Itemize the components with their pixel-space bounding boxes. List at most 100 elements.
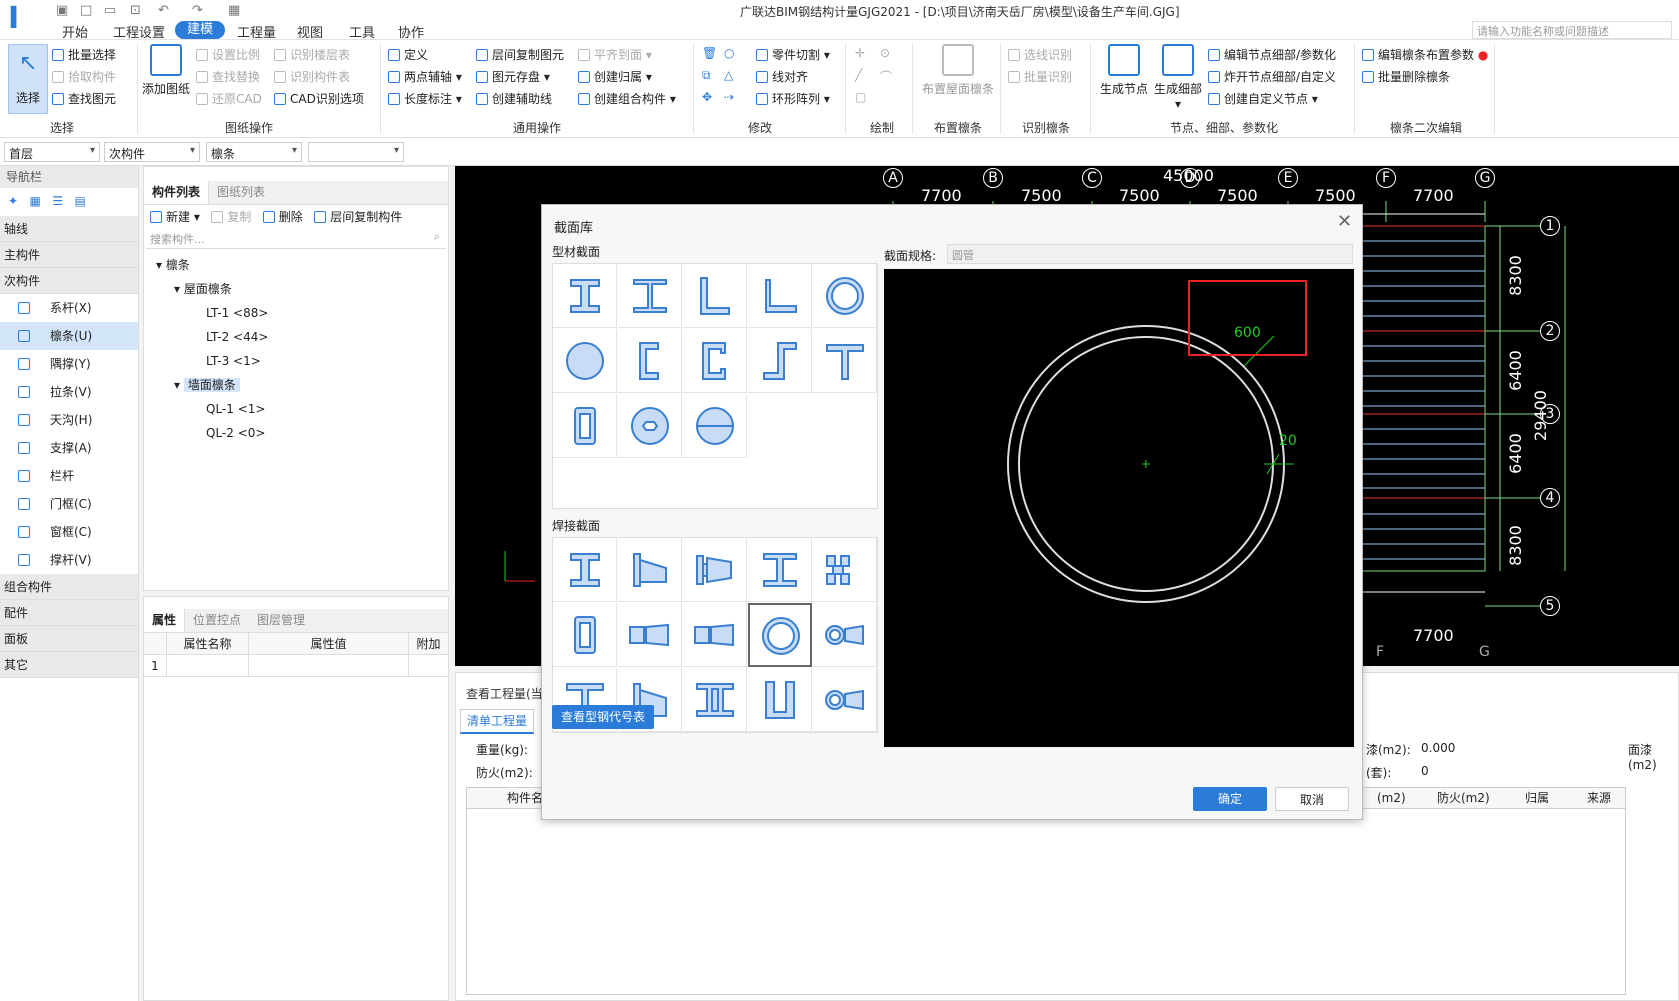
copy-icon[interactable]: ⧉ — [702, 68, 711, 83]
section-round-bar[interactable] — [553, 329, 617, 393]
tab-drawing-list[interactable]: 图纸列表 — [209, 181, 273, 204]
table-row[interactable]: 1 — [144, 655, 448, 677]
save-icon[interactable]: ▣ — [56, 3, 68, 18]
nav-pin-icon[interactable]: ✦ — [8, 194, 18, 208]
line-recognize-button[interactable]: 选线识别 — [1008, 46, 1072, 63]
generate-node-button[interactable]: 生成节点 — [1098, 44, 1150, 97]
redo-icon[interactable]: ↷ — [192, 3, 203, 18]
ok-button[interactable]: 确定 — [1193, 787, 1267, 811]
ring-array-button[interactable]: 环形阵列 ▾ — [756, 90, 830, 107]
nav-cat-assembly[interactable]: 组合构件 — [0, 574, 138, 600]
set-scale-button[interactable]: 设置比例 — [196, 46, 260, 63]
nav-item-knee-brace[interactable]: 隅撑(Y) — [0, 350, 138, 378]
mirror-icon[interactable]: △ — [724, 68, 733, 82]
batch-select-button[interactable]: 批量选择 — [52, 46, 116, 63]
nav-item-window-frame[interactable]: 窗框(C) — [0, 518, 138, 546]
menu-modeling[interactable]: 建模 — [175, 21, 226, 39]
section-channel[interactable] — [618, 329, 682, 393]
copy-component-button[interactable]: 复制 — [211, 210, 251, 224]
nav-item-strut[interactable]: 撑杆(V) — [0, 546, 138, 574]
batch-recognize-button[interactable]: 批量识别 — [1008, 68, 1072, 85]
nav-cat-main[interactable]: 主构件 — [0, 242, 138, 268]
component-select[interactable] — [308, 142, 404, 162]
recognize-component-table-button[interactable]: 识别构件表 — [274, 68, 350, 85]
create-group-button[interactable]: 创建组合构件 ▾ — [578, 90, 676, 107]
weld-box-section[interactable] — [553, 603, 617, 667]
rotate-icon[interactable]: ○ — [724, 46, 734, 60]
weld-double-i[interactable] — [683, 668, 747, 732]
nav-grid-icon[interactable]: ▦ — [30, 194, 41, 208]
section-unequal-angle[interactable] — [748, 264, 812, 328]
nav-cat-fittings[interactable]: 配件 — [0, 600, 138, 626]
component-search-input[interactable]: 搜索构件... ⌕ — [146, 229, 446, 249]
flush-face-button[interactable]: 平齐到面 ▾ — [578, 46, 652, 63]
find-element-button[interactable]: 查找图元 — [52, 90, 116, 107]
nav-cat-other[interactable]: 其它 — [0, 652, 138, 678]
menu-tools[interactable]: 工具 — [349, 22, 375, 41]
view-steel-codes-button[interactable]: 查看型钢代号表 — [552, 705, 654, 729]
new-file-icon[interactable]: □ — [80, 3, 92, 18]
undo-icon[interactable]: ↶ — [158, 3, 169, 18]
grid-icon[interactable]: ▦ — [228, 3, 240, 18]
nav-cat-panel[interactable]: 面板 — [0, 626, 138, 652]
nav-cat-secondary[interactable]: 次构件 — [0, 268, 138, 294]
layer-copy-component-button[interactable]: 层间复制构件 — [314, 210, 402, 224]
section-sphere[interactable] — [683, 394, 747, 458]
menu-project-settings[interactable]: 工程设置 — [113, 22, 165, 41]
weld-cross-section[interactable] — [813, 538, 877, 602]
tree-item[interactable]: LT-3 <1> — [156, 349, 448, 373]
section-hex-bar[interactable] — [618, 394, 682, 458]
aux-line-button[interactable]: 创建辅助线 — [476, 90, 552, 107]
point-icon[interactable]: ✛ — [855, 46, 865, 60]
pick-component-button[interactable]: 拾取构件 — [52, 68, 116, 85]
delete-component-button[interactable]: 删除 — [262, 210, 303, 224]
weld-u-section[interactable] — [748, 668, 812, 732]
tab-position-points[interactable]: 位置控点 — [185, 609, 249, 632]
tree-item[interactable]: QL-1 <1> — [156, 397, 448, 421]
circle-point-icon[interactable]: ⊙ — [880, 46, 890, 60]
nav-cat-axis[interactable]: 轴线 — [0, 216, 138, 242]
lock-icon[interactable]: ⊡ — [130, 3, 141, 18]
tab-layer-management[interactable]: 图层管理 — [249, 609, 313, 632]
menu-view[interactable]: 视图 — [297, 22, 323, 41]
new-component-button[interactable]: 新建 ▾ — [150, 210, 200, 224]
nav-item-sag-rod[interactable]: 拉条(V) — [0, 378, 138, 406]
function-search-input[interactable]: 请输入功能名称或问题描述 — [1472, 21, 1672, 39]
weld-tapered-pipe[interactable] — [813, 603, 877, 667]
weld-t-section[interactable] — [748, 538, 812, 602]
tab-component-list[interactable]: 构件列表 — [144, 181, 210, 204]
tree-item[interactable]: LT-2 <44> — [156, 325, 448, 349]
create-owner-button[interactable]: 创建归属 ▾ — [578, 68, 652, 85]
explode-node-button[interactable]: 炸开节点细部/自定义 — [1208, 68, 1336, 85]
section-equal-angle[interactable] — [683, 264, 747, 328]
tree-item[interactable]: LT-1 <88> — [156, 301, 448, 325]
section-h-beam[interactable] — [618, 264, 682, 328]
line-icon[interactable]: ╱ — [855, 68, 862, 82]
nav-item-gutter[interactable]: 天沟(H) — [0, 406, 138, 434]
nav-detail-icon[interactable]: ▤ — [75, 194, 86, 208]
part-cut-button[interactable]: 零件切割 ▾ — [756, 46, 830, 63]
offset-icon[interactable]: ⇢ — [724, 90, 734, 104]
line-align-button[interactable]: 线对齐 — [756, 68, 808, 85]
tree-node-roof[interactable]: ▾ 屋面檩条 — [156, 277, 448, 301]
weld-tapered-box-2[interactable] — [683, 603, 747, 667]
type-select[interactable]: 檩条 — [206, 142, 302, 162]
weld-pipe-section[interactable] — [748, 603, 812, 667]
weld-tapered-h[interactable] — [618, 538, 682, 602]
section-t-beam[interactable] — [813, 329, 877, 393]
tree-node-root[interactable]: ▾ 檩条 — [156, 253, 448, 277]
menu-collab[interactable]: 协作 — [398, 22, 424, 41]
section-pipe[interactable] — [813, 264, 877, 328]
move-icon[interactable]: ✥ — [702, 90, 712, 104]
add-drawing-button[interactable]: 添加图纸 — [140, 44, 192, 97]
section-z-channel[interactable] — [748, 329, 812, 393]
section-rect-tube[interactable] — [553, 394, 617, 458]
nav-item-bracing[interactable]: 支撑(A) — [0, 434, 138, 462]
nav-item-purlin[interactable]: 檩条(U) — [0, 322, 138, 350]
tree-item[interactable]: QL-2 <0> — [156, 421, 448, 445]
category-select[interactable]: 次构件 — [104, 142, 200, 162]
nav-item-door-frame[interactable]: 门框(C) — [0, 490, 138, 518]
two-point-axis-button[interactable]: 两点辅轴 ▾ — [388, 68, 462, 85]
menu-start[interactable]: 开始 — [62, 22, 88, 41]
restore-cad-button[interactable]: 还原CAD — [196, 90, 262, 107]
